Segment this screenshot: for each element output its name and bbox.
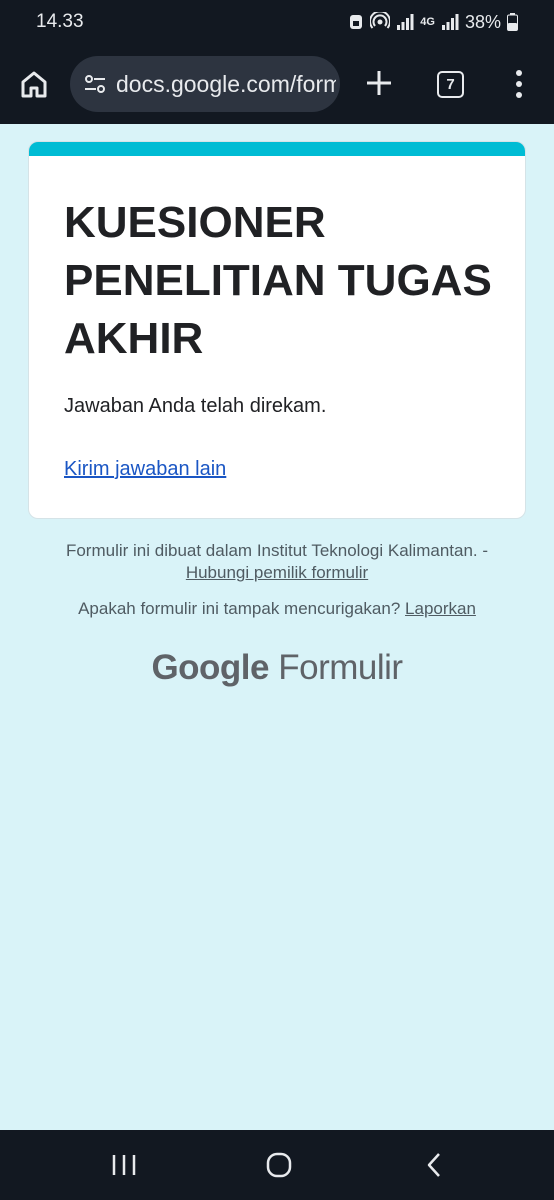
more-vert-icon[interactable] [506, 66, 532, 102]
navigation-bar [0, 1130, 554, 1200]
home-nav-icon[interactable] [259, 1148, 299, 1182]
home-button[interactable] [16, 66, 52, 102]
form-card: KUESIONER PENELITIAN TUGAS AKHIR Jawaban… [28, 141, 526, 519]
submit-another-link[interactable]: Kirim jawaban lain [64, 458, 226, 481]
contact-owner-link[interactable]: Hubungi pemilik formulir [186, 563, 368, 582]
page-content: KUESIONER PENELITIAN TUGAS AKHIR Jawaban… [0, 124, 554, 1130]
suspicious-text: Apakah formulir ini tampak mencurigakan? [78, 599, 401, 618]
logo-forms: Formulir [278, 648, 403, 687]
tab-count: 7 [446, 76, 455, 93]
status-icons: 4G 38% [348, 12, 518, 33]
tabs-icon[interactable]: 7 [437, 71, 464, 98]
status-time: 14.33 [36, 11, 84, 32]
card-accent-bar [29, 142, 525, 156]
battery-icon [507, 13, 518, 31]
browser-toolbar: docs.google.com/forms 7 [0, 44, 554, 124]
recent-apps-icon[interactable] [104, 1148, 144, 1182]
hotspot-icon [370, 12, 391, 29]
home-icon [21, 71, 47, 98]
back-icon[interactable] [414, 1148, 454, 1182]
address-bar[interactable]: docs.google.com/forms [70, 56, 340, 112]
plus-icon [367, 71, 391, 95]
tune-icon[interactable] [80, 69, 110, 99]
logo-google: Google [151, 648, 269, 687]
status-bar: 14.33 4G 38% [0, 0, 554, 44]
lock-notification-icon [350, 15, 363, 29]
new-tab-button[interactable] [362, 66, 396, 100]
signal-icon [397, 14, 414, 30]
signal-icon-2 [441, 14, 459, 30]
report-link[interactable]: Laporkan [405, 599, 476, 618]
confirmation-message: Jawaban Anda telah direkam. [64, 395, 327, 417]
battery-percent: 38% [464, 11, 501, 32]
google-forms-logo[interactable]: Google Formulir [0, 648, 554, 688]
footer-report: Apakah formulir ini tampak mencurigakan?… [40, 598, 514, 620]
footer-made-in: Formulir ini dibuat dalam Institut Tekno… [40, 540, 514, 584]
made-in-text: Formulir ini dibuat dalam Institut Tekno… [65, 541, 489, 560]
url-text[interactable]: docs.google.com/forms [116, 71, 336, 98]
network-type: 4G [420, 15, 435, 28]
form-title: KUESIONER PENELITIAN TUGAS AKHIR [64, 198, 492, 363]
